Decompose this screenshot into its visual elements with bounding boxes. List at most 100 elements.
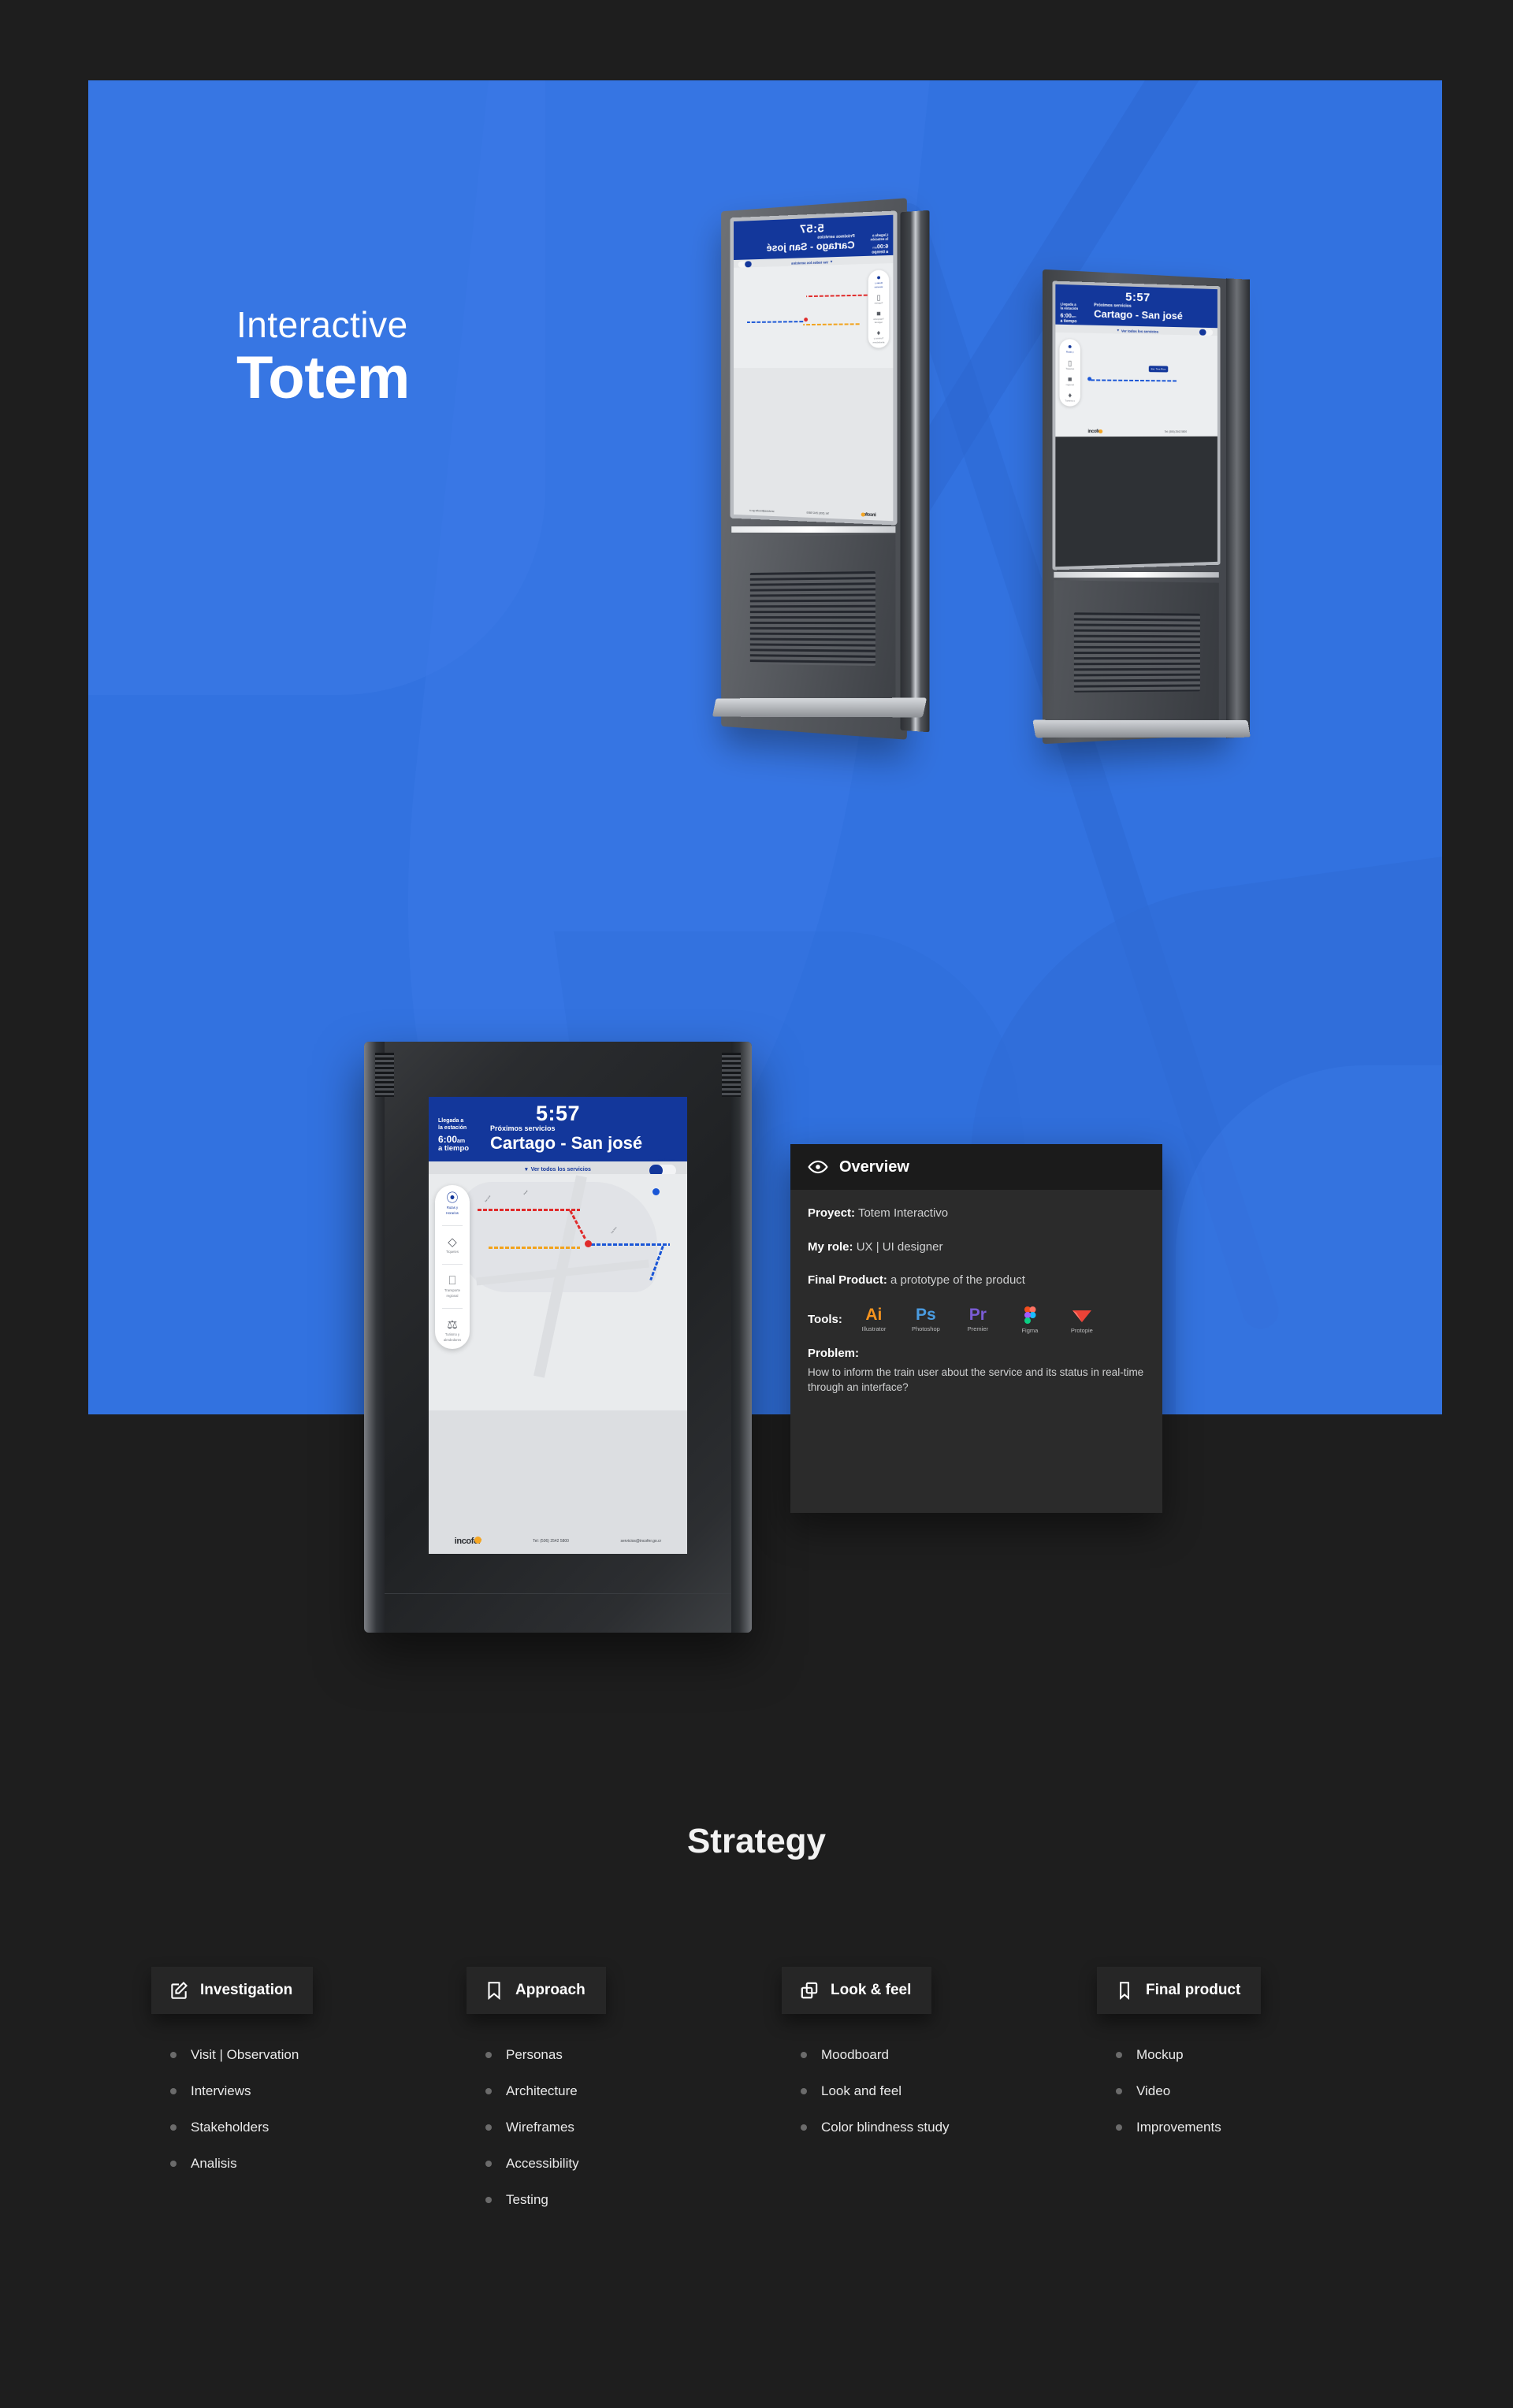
strategy-column-investigation: Investigation Visit | Observation Interv… <box>151 1967 418 2228</box>
list-item: Improvements <box>1103 2120 1363 2135</box>
bullet-icon <box>485 2161 492 2167</box>
overview-row-role: My role: UX | UI designer <box>808 1239 943 1254</box>
clock: 5:57 <box>535 1102 581 1125</box>
footer-phone: Tel: (506) 2542 5800 <box>1164 430 1188 434</box>
strategy-list: Moodboard Look and feel Color blindness … <box>788 2047 1048 2135</box>
nav-item-regional-transport[interactable]: ■ regional <box>1066 374 1074 387</box>
see-all-services-row[interactable]: ▾ Ver todos los servicios ESP / ENG <box>429 1158 687 1177</box>
chevron-down-icon: ▾ <box>830 259 833 264</box>
problem-label: Problem: <box>808 1346 860 1360</box>
photoshop-icon: Ps <box>916 1305 936 1324</box>
bullet-icon <box>801 2124 807 2131</box>
nav-item-tourism[interactable]: ♦ Turismo y alrededores <box>872 329 884 344</box>
device-right-edge <box>731 1042 752 1633</box>
nav-item-tickets[interactable]: ◇ Tiquetes <box>435 1236 470 1254</box>
premier-icon: Pr <box>968 1305 987 1324</box>
route-name: Cartago - San josé <box>1094 307 1183 322</box>
nav-item-regional-transport[interactable]: ■ Transporte regional <box>873 309 884 325</box>
ticket-icon: ▯ <box>1068 359 1072 367</box>
tools-label: Tools: <box>808 1312 842 1326</box>
map-pin-icon: ⦿ <box>446 1191 459 1206</box>
nav-item-tickets[interactable]: ▯ Tiquetes <box>1065 359 1074 370</box>
totem-vent-panel <box>1054 580 1219 725</box>
overview-title: Overview <box>839 1158 909 1176</box>
nav-item-routes[interactable]: ● Rutas y Horarios <box>875 273 883 288</box>
bullet-icon <box>1116 2124 1122 2131</box>
page-title: Interactive Totem <box>236 306 410 410</box>
incofer-logo: incofer <box>454 1537 481 1546</box>
edit-square-icon <box>169 1980 189 2001</box>
totem-mockup-left: 5:57 Llegada a la estación 6:00am a tiem… <box>693 197 938 749</box>
restaurant-icon: ♦ <box>1068 391 1072 399</box>
nav-item-regional-transport[interactable]: ⎕ Transporte regional <box>435 1275 470 1298</box>
eye-icon <box>808 1157 828 1177</box>
bus-icon: ⎕ <box>448 1274 456 1288</box>
next-services-label: Próximos servicios <box>490 1124 556 1132</box>
map-pin-icon: ● <box>876 273 881 282</box>
footer-email: servicios@incofer.go.cr <box>620 1539 662 1544</box>
see-all-label: Ver todos los servicios <box>530 1166 591 1172</box>
list-item: Interviews <box>158 2083 418 2099</box>
route-line-blue <box>591 1243 670 1247</box>
map-station-marker <box>652 1188 660 1196</box>
totem-screen-closeup-mockup: 5:57 Llegada a la estación 6:00am a tiem… <box>364 1042 752 1633</box>
route-map[interactable]: ⦿ Rutas y Horarios ◇ Tiquetes ⎕ Transpor… <box>429 1174 687 1411</box>
bullet-icon <box>170 2088 177 2094</box>
strategy-card-header[interactable]: Approach <box>467 1967 606 2014</box>
route-map[interactable]: ● Rutas y Horarios ▯ Tiquetes ■ Transpor… <box>734 263 894 369</box>
tool-protopie: Protopie <box>1061 1306 1102 1334</box>
arrival-label: Llegada a la estación <box>1060 302 1079 311</box>
strategy-list: Visit | Observation Interviews Stakehold… <box>158 2047 418 2172</box>
kiosk-header: 5:57 Llegada a la estación 6:00am a tiem… <box>734 214 894 261</box>
route-map[interactable]: ● Rutas y ▯ Tiquetes ■ regional ♦ Turism… <box>1055 333 1217 437</box>
device-left-edge <box>364 1042 385 1633</box>
bus-icon: ■ <box>1067 374 1072 383</box>
map-hub-marker <box>804 318 809 322</box>
arrival-time: 6:00am a tiempo <box>872 243 889 255</box>
nav-item-tourism[interactable]: ♦ Turismo y <box>1065 391 1075 402</box>
overview-card: Overview Proyect: Totem Interactivo My r… <box>790 1144 1162 1513</box>
incofer-logo: incofer <box>861 512 876 518</box>
totem-screen-bezel: 5:57 Llegada a la estación 6:00am a tiem… <box>1052 281 1221 570</box>
list-item: Visit | Observation <box>158 2047 418 2063</box>
arrival-time: 6:00am a tiempo <box>1060 313 1077 324</box>
list-item: Wireframes <box>473 2120 733 2135</box>
nav-item-tickets[interactable]: ▯ Tiquetes <box>875 293 883 305</box>
nav-item-tourism[interactable]: ⚖ Turismo y alrededores <box>435 1319 470 1342</box>
list-item: Video <box>1103 2083 1363 2099</box>
kiosk-footer: incofer Tel: (506) 2542 5800 servicios@i… <box>429 1537 687 1546</box>
nav-item-routes[interactable]: ⦿ Rutas y Horarios <box>435 1192 470 1215</box>
strategy-card-header[interactable]: Look & feel <box>782 1967 932 2014</box>
bullet-icon <box>485 2052 492 2058</box>
strategy-card-header[interactable]: Investigation <box>151 1967 314 2014</box>
kiosk-side-nav[interactable]: ● Rutas y ▯ Tiquetes ■ regional ♦ Turism… <box>1059 339 1080 407</box>
illustrator-icon: Ai <box>865 1305 883 1324</box>
overview-card-header: Overview <box>790 1144 1162 1190</box>
restaurant-icon: ⚖ <box>447 1318 458 1332</box>
bookmark-icon <box>1114 1980 1135 2001</box>
list-item: Accessibility <box>473 2156 733 2172</box>
totem-mockup-right: 5:57 Llegada a la estación 6:00am a tiem… <box>1024 268 1261 756</box>
title-line-2: Totem <box>236 344 410 412</box>
tool-illustrator: Ai Illustrator <box>853 1306 894 1332</box>
kiosk-side-nav[interactable]: ⦿ Rutas y Horarios ◇ Tiquetes ⎕ Transpor… <box>435 1185 470 1350</box>
totem-vent-panel <box>731 533 896 704</box>
totem-screen: 5:57 Llegada a la estación 6:00am a tiem… <box>1055 284 1217 437</box>
bullet-icon <box>485 2088 492 2094</box>
kiosk-screen: 5:57 Llegada a la estación 6:00am a tiem… <box>429 1097 687 1554</box>
divider <box>441 1264 463 1265</box>
route-line-blue <box>747 321 804 323</box>
clock: 5:57 <box>799 221 824 236</box>
kiosk-side-nav[interactable]: ● Rutas y Horarios ▯ Tiquetes ■ Transpor… <box>868 269 890 348</box>
strategy-card-header[interactable]: Final product <box>1097 1967 1262 2014</box>
bus-icon: ■ <box>876 309 881 318</box>
restaurant-icon: ♦ <box>876 329 881 337</box>
list-item: Moodboard <box>788 2047 1048 2063</box>
totem-base-plate <box>1032 719 1251 738</box>
tool-photoshop: Ps Photoshop <box>905 1306 946 1332</box>
protopie-icon <box>1061 1306 1102 1325</box>
chevron-down-icon: ▾ <box>1117 328 1119 333</box>
totem-light-bar <box>731 526 896 533</box>
nav-item-routes[interactable]: ● Rutas y <box>1066 343 1074 355</box>
kiosk-ui: 5:57 Llegada a la estación 6:00am a tiem… <box>1055 284 1217 437</box>
